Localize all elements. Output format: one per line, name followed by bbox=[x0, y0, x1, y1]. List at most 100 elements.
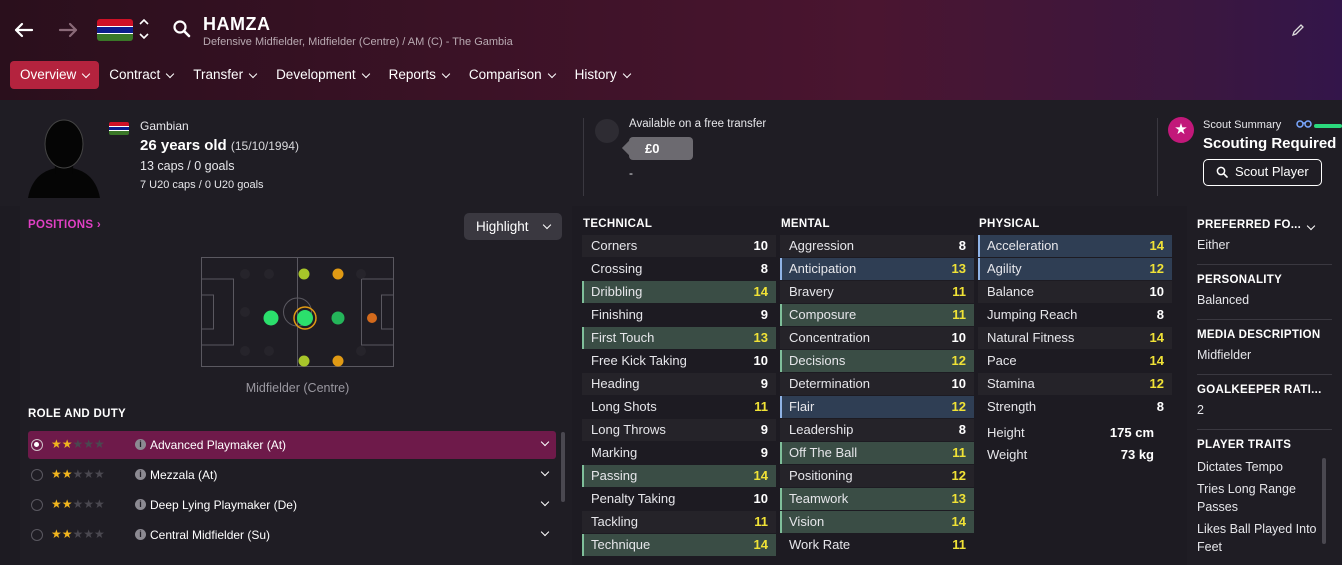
attribute-row[interactable]: Teamwork 13 bbox=[780, 488, 974, 510]
attribute-row[interactable]: Natural Fitness 14 bbox=[978, 327, 1172, 349]
club-badge-placeholder bbox=[595, 119, 619, 143]
tab-development[interactable]: Development bbox=[266, 61, 379, 89]
attribute-row[interactable]: Determination 10 bbox=[780, 373, 974, 395]
preferred-foot-label: PREFERRED FO... bbox=[1197, 219, 1302, 231]
attribute-name: Crossing bbox=[591, 261, 643, 276]
chevron-down-icon bbox=[166, 69, 175, 78]
attribute-row[interactable]: Vision 14 bbox=[780, 511, 974, 533]
scout-player-button[interactable]: Scout Player bbox=[1203, 159, 1322, 186]
radio-button[interactable] bbox=[31, 529, 43, 541]
attribute-row[interactable]: Jumping Reach 8 bbox=[978, 304, 1172, 326]
chevron-down-icon[interactable] bbox=[540, 467, 550, 477]
info-icon[interactable]: i bbox=[135, 529, 146, 540]
highlight-dropdown[interactable]: Highlight bbox=[464, 213, 562, 240]
pencil-icon[interactable] bbox=[1290, 22, 1306, 38]
attribute-name: Long Throws bbox=[591, 422, 666, 437]
attribute-value: 9 bbox=[760, 445, 768, 460]
attribute-name: Decisions bbox=[789, 353, 846, 368]
positions-panel: POSITIONS › Highlight Midfielder (Centre… bbox=[20, 206, 572, 565]
chevron-down-icon[interactable] bbox=[540, 497, 550, 507]
physical-heading: PHYSICAL bbox=[979, 218, 1040, 230]
attribute-name: Anticipation bbox=[789, 261, 857, 276]
attribute-value: 14 bbox=[753, 468, 768, 483]
scrollbar[interactable] bbox=[561, 432, 565, 502]
chevron-down-icon[interactable] bbox=[540, 437, 550, 447]
radio-button[interactable] bbox=[31, 469, 43, 481]
divider bbox=[1197, 264, 1332, 265]
attribute-row[interactable]: Anticipation 13 bbox=[780, 258, 974, 280]
attribute-row[interactable]: Dribbling 14 bbox=[582, 281, 776, 303]
attribute-row[interactable]: Strength 8 bbox=[978, 396, 1172, 418]
radio-button[interactable] bbox=[31, 499, 43, 511]
attribute-name: Passing bbox=[591, 468, 638, 483]
divider bbox=[583, 118, 584, 196]
forward-arrow-icon[interactable] bbox=[54, 16, 82, 44]
attribute-row[interactable]: Long Throws 9 bbox=[582, 419, 776, 441]
tab-overview[interactable]: Overview bbox=[10, 61, 100, 89]
attribute-row[interactable]: Crossing 8 bbox=[582, 258, 776, 280]
attribute-row[interactable]: Heading 9 bbox=[582, 373, 776, 395]
attribute-value: 13 bbox=[753, 330, 768, 345]
positions-link[interactable]: POSITIONS › bbox=[28, 219, 101, 231]
transfer-note: - bbox=[629, 166, 633, 180]
search-icon[interactable] bbox=[172, 19, 192, 39]
attribute-row[interactable]: Tackling 11 bbox=[582, 511, 776, 533]
info-icon[interactable]: i bbox=[135, 439, 146, 450]
attribute-value: 13 bbox=[951, 491, 966, 506]
attribute-row[interactable]: Pace 14 bbox=[978, 350, 1172, 372]
attribute-row[interactable]: Positioning 12 bbox=[780, 465, 974, 487]
attribute-row[interactable]: Passing 14 bbox=[582, 465, 776, 487]
attribute-row[interactable]: Balance 10 bbox=[978, 281, 1172, 303]
attribute-row[interactable]: Concentration 10 bbox=[780, 327, 974, 349]
attribute-row[interactable]: Technique 14 bbox=[582, 534, 776, 556]
role-row[interactable]: ★★★★★ i Central Midfielder (Su) bbox=[28, 521, 556, 549]
attribute-row[interactable]: Composure 11 bbox=[780, 304, 974, 326]
attribute-row[interactable]: Marking 9 bbox=[582, 442, 776, 464]
nation-flag bbox=[97, 19, 133, 41]
attribute-row[interactable]: First Touch 13 bbox=[582, 327, 776, 349]
scrollbar[interactable] bbox=[1322, 458, 1326, 544]
role-row[interactable]: ★★★★★ i Deep Lying Playmaker (De) bbox=[28, 491, 556, 519]
attribute-name: Concentration bbox=[789, 330, 870, 345]
role-row[interactable]: ★★★★★ i Advanced Playmaker (At) bbox=[28, 431, 556, 459]
attribute-row[interactable]: Work Rate 11 bbox=[780, 534, 974, 556]
attribute-row[interactable]: Decisions 12 bbox=[780, 350, 974, 372]
attribute-row[interactable]: Agility 12 bbox=[978, 258, 1172, 280]
caps: 13 caps / 0 goals bbox=[140, 159, 235, 173]
tab-reports[interactable]: Reports bbox=[379, 61, 459, 89]
attribute-value: 9 bbox=[760, 307, 768, 322]
info-icon[interactable]: i bbox=[135, 469, 146, 480]
attribute-name: Technique bbox=[591, 537, 651, 552]
attribute-row[interactable]: Off The Ball 11 bbox=[780, 442, 974, 464]
attribute-row[interactable]: Long Shots 11 bbox=[582, 396, 776, 418]
attribute-row[interactable]: Flair 12 bbox=[780, 396, 974, 418]
chevron-down-icon bbox=[547, 69, 556, 78]
attribute-value: 11 bbox=[754, 399, 768, 414]
attribute-row[interactable]: Finishing 9 bbox=[582, 304, 776, 326]
info-icon[interactable]: i bbox=[135, 499, 146, 510]
attribute-name: Aggression bbox=[789, 238, 855, 253]
attribute-row[interactable]: Bravery 11 bbox=[780, 281, 974, 303]
attribute-value: 10 bbox=[753, 491, 768, 506]
tab-comparison[interactable]: Comparison bbox=[459, 61, 565, 89]
attribute-row[interactable]: Leadership 8 bbox=[780, 419, 974, 441]
player-switch-arrows[interactable] bbox=[138, 16, 150, 45]
back-arrow-icon[interactable] bbox=[10, 16, 38, 44]
attribute-row[interactable]: Free Kick Taking 10 bbox=[582, 350, 776, 372]
role-row[interactable]: ★★★★★ i Mezzala (At) bbox=[28, 461, 556, 489]
attribute-row[interactable]: Corners 10 bbox=[582, 235, 776, 257]
attribute-row[interactable]: Penalty Taking 10 bbox=[582, 488, 776, 510]
chevron-down-icon bbox=[622, 69, 631, 78]
tab-history[interactable]: History bbox=[565, 61, 640, 89]
chevron-down-icon[interactable] bbox=[1306, 221, 1316, 231]
tab-transfer[interactable]: Transfer bbox=[183, 61, 266, 89]
tab-contract[interactable]: Contract bbox=[99, 61, 183, 89]
personality-value: Balanced bbox=[1197, 293, 1250, 307]
chevron-down-icon[interactable] bbox=[540, 527, 550, 537]
attribute-name: Marking bbox=[591, 445, 638, 460]
attribute-row[interactable]: Acceleration 14 bbox=[978, 235, 1172, 257]
radio-button[interactable] bbox=[31, 439, 43, 451]
attribute-row[interactable]: Stamina 12 bbox=[978, 373, 1172, 395]
attribute-name: Acceleration bbox=[987, 238, 1059, 253]
attribute-row[interactable]: Aggression 8 bbox=[780, 235, 974, 257]
